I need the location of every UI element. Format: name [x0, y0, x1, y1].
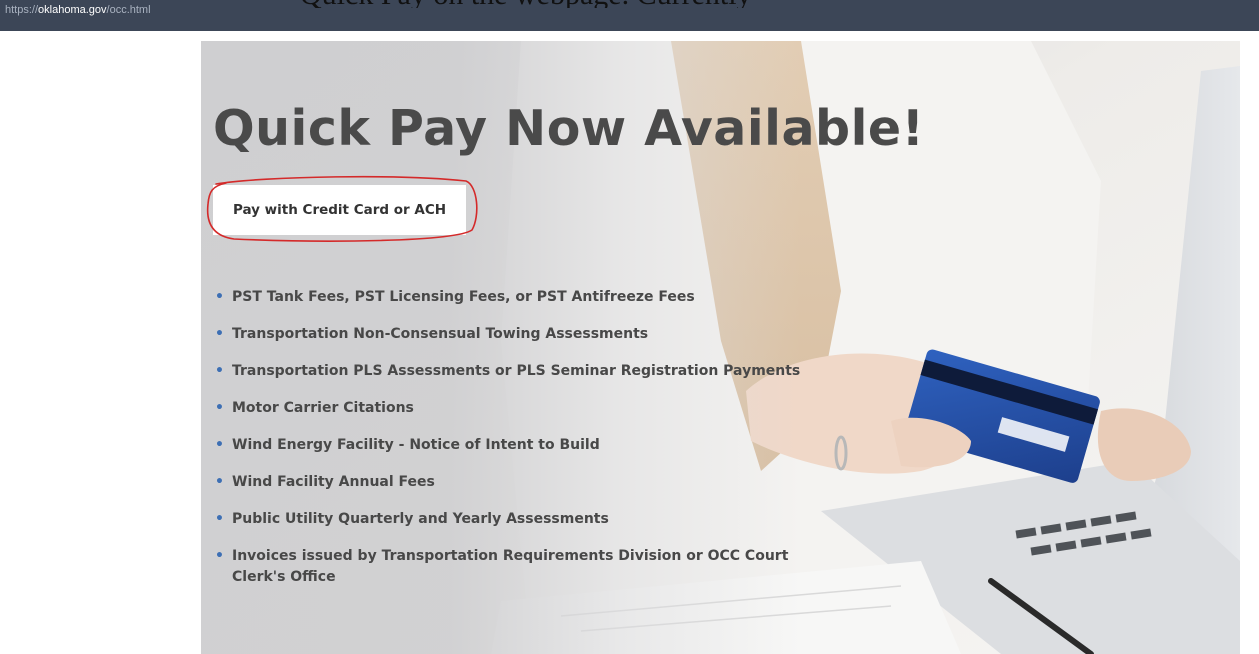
list-item-label: PST Tank Fees, PST Licensing Fees, or PS… [232, 289, 695, 305]
list-item: • Wind Facility Annual Fees [214, 472, 854, 493]
list-item-label: Wind Facility Annual Fees [232, 474, 435, 490]
payable-fees-list: • PST Tank Fees, PST Licensing Fees, or P… [214, 287, 854, 604]
bullet-dot-icon: • [215, 400, 224, 416]
bullet-dot-icon: • [215, 437, 224, 453]
cropped-header-label: Quick Pay on the webpage. Currently [300, 0, 752, 8]
list-item: • PST Tank Fees, PST Licensing Fees, or P… [214, 287, 854, 308]
quick-pay-hero: Quick Pay Now Available! Pay with Credit… [201, 41, 1240, 654]
list-item-label: Motor Carrier Citations [232, 400, 414, 416]
url-host: oklahoma.gov [38, 4, 107, 16]
list-item: • Transportation PLS Assessments or PLS S… [214, 361, 854, 382]
list-item-label: Public Utility Quarterly and Yearly Asse… [232, 511, 609, 527]
bullet-dot-icon: • [215, 289, 224, 305]
list-item: • Wind Energy Facility - Notice of Intent… [214, 435, 854, 456]
page-url[interactable]: https://oklahoma.gov/occ.html [5, 3, 151, 17]
list-item-label: Transportation Non-Consensual Towing Ass… [232, 326, 649, 342]
url-path: /occ.html [106, 4, 151, 16]
list-item-label: Wind Energy Facility - Notice of Intent … [232, 437, 600, 453]
list-item: • Transportation Non-Consensual Towing As… [214, 324, 854, 345]
bullet-dot-icon: • [215, 474, 224, 490]
bullet-dot-icon: • [215, 548, 224, 564]
list-item: • Public Utility Quarterly and Yearly Ass… [214, 509, 854, 530]
cropped-header-text: Quick Pay on the webpage. Currently [0, 0, 1259, 8]
list-item-label: Invoices issued by Transportation Requir… [232, 548, 789, 585]
list-item-label: Transportation PLS Assessments or PLS Se… [232, 363, 801, 379]
list-item: • Invoices issued by Transportation Requi… [214, 546, 807, 587]
pay-with-credit-card-or-ach-button[interactable]: Pay with Credit Card or ACH [213, 185, 466, 235]
list-item: • Motor Carrier Citations [214, 398, 854, 419]
bullet-dot-icon: • [215, 511, 224, 527]
bullet-dot-icon: • [215, 363, 224, 379]
page: Quick Pay on the webpage. Currently http… [0, 0, 1259, 654]
url-scheme: https:// [5, 4, 39, 16]
bullet-dot-icon: • [215, 326, 224, 342]
url-bar[interactable]: Quick Pay on the webpage. Currently http… [0, 0, 1259, 31]
hero-title: Quick Pay Now Available! [213, 100, 925, 157]
